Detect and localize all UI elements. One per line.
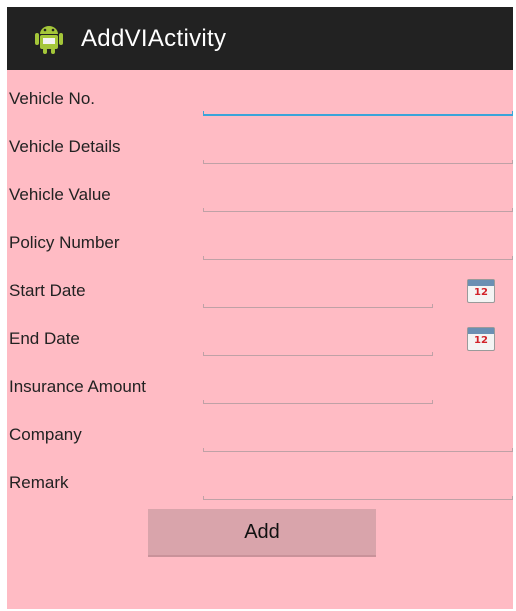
policy-number-input[interactable] [203,240,513,260]
form-row-vehicle-value: Vehicle Value [7,175,513,221]
label-start-date: Start Date [9,281,86,300]
label-vehicle-details: Vehicle Details [9,137,121,156]
vehicle-details-input[interactable] [203,144,513,164]
vehicle-no-input[interactable] [203,96,513,116]
company-input[interactable] [203,432,513,452]
form-row-company: Company [7,415,513,461]
add-button[interactable]: Add [148,509,376,557]
action-bar: AddVIActivity [7,7,513,70]
label-vehicle-value: Vehicle Value [9,185,111,204]
label-company: Company [9,425,82,444]
remark-input[interactable] [203,480,513,500]
app-screen: AddVIActivity Vehicle No. Vehicle Detail… [7,7,513,609]
form-row-start-date: Start Date 12 [7,271,513,317]
label-vehicle-no: Vehicle No. [9,89,95,108]
label-policy-number: Policy Number [9,233,120,252]
end-date-input[interactable] [203,336,433,356]
vehicle-value-input[interactable] [203,192,513,212]
label-remark: Remark [9,473,69,492]
insurance-amount-input[interactable] [203,384,433,404]
form-row-remark: Remark [7,463,513,509]
form-row-end-date: End Date 12 [7,319,513,365]
label-end-date: End Date [9,329,80,348]
form-row-policy-number: Policy Number [7,223,513,269]
form-row-vehicle-no: Vehicle No. [7,79,513,125]
end-date-calendar-icon[interactable]: 12 [467,327,495,351]
label-insurance-amount: Insurance Amount [9,377,147,396]
start-date-input[interactable] [203,288,433,308]
form-row-vehicle-details: Vehicle Details [7,127,513,173]
start-date-calendar-icon[interactable]: 12 [467,279,495,303]
app-title: AddVIActivity [81,24,227,52]
form-row-insurance-amount: Insurance Amount [7,367,513,413]
android-robot-icon [31,21,67,57]
